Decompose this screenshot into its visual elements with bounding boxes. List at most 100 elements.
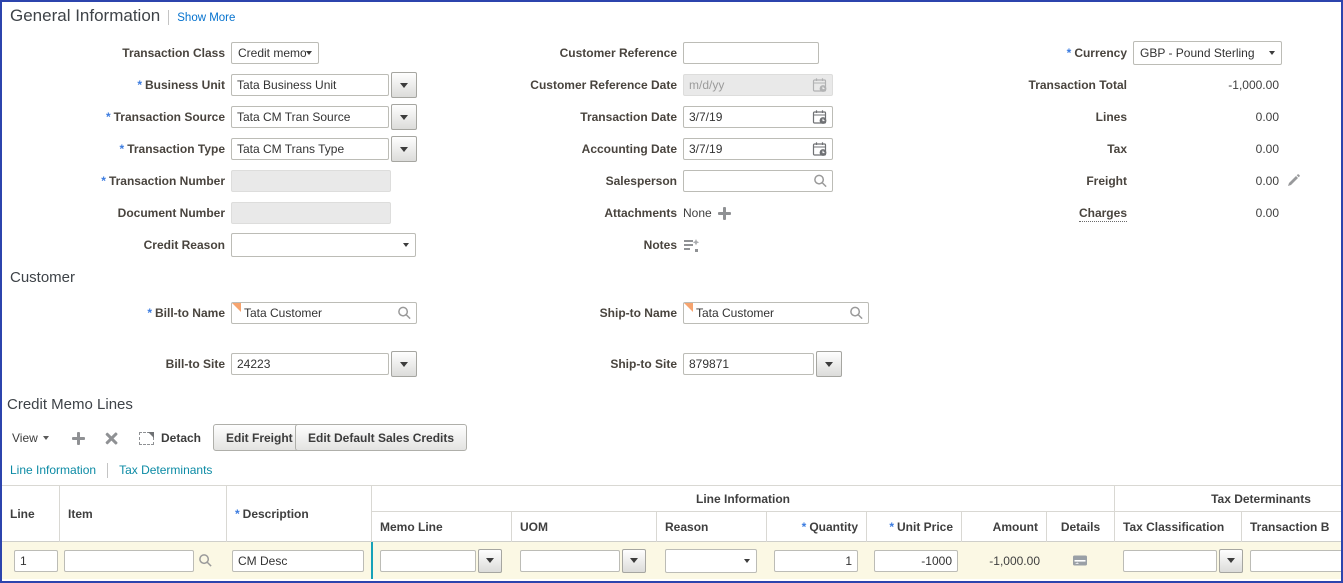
transaction-number-row: *Transaction Number — [2, 168, 391, 194]
credit-reason-label: Credit Reason — [144, 238, 225, 252]
currency-select[interactable]: GBP - Pound Sterling — [1133, 41, 1282, 65]
row-line-number-input[interactable] — [14, 550, 58, 572]
credit-memo-lines-table: Line Item *Description Line Information … — [2, 485, 1343, 579]
transaction-source-combo — [231, 104, 417, 130]
detach-button[interactable]: Detach — [139, 424, 201, 452]
dropdown-arrow-icon — [825, 362, 833, 367]
salesperson-input[interactable] — [683, 170, 833, 192]
show-more-link[interactable]: Show More — [177, 12, 235, 24]
credit-memo-lines-toolbar: View Detach Edit Freight Edit Default Sa… — [2, 424, 1341, 452]
close-icon — [105, 432, 118, 445]
currency-value: GBP - Pound Sterling — [1140, 46, 1255, 60]
row-item-input[interactable] — [64, 550, 194, 572]
view-menu-button[interactable]: View — [12, 424, 49, 452]
transaction-source-input[interactable] — [231, 106, 389, 128]
search-icon[interactable] — [397, 306, 412, 321]
customer-reference-input[interactable] — [683, 42, 819, 64]
bill-to-site-input[interactable] — [231, 353, 389, 375]
add-attachment-icon[interactable] — [718, 207, 731, 220]
ship-to-name-input[interactable] — [683, 302, 869, 324]
attachments-label: Attachments — [604, 206, 677, 220]
required-marker: * — [889, 520, 894, 534]
business-unit-input[interactable] — [231, 74, 389, 96]
salesperson-field — [683, 170, 833, 192]
frozen-column-divider — [371, 542, 373, 579]
calendar-icon — [812, 78, 828, 93]
transaction-type-row: *Transaction Type — [2, 136, 417, 162]
tax-total-row: Tax 0.00 — [907, 136, 1279, 162]
search-icon[interactable] — [849, 306, 864, 321]
dropdown-arrow-icon — [1269, 51, 1275, 55]
bill-to-site-dropdown-button[interactable] — [391, 351, 417, 377]
credit-reason-select[interactable] — [231, 233, 416, 257]
bill-to-name-row: *Bill-to Name — [2, 300, 417, 326]
credit-memo-page: General Information Show More Transactio… — [0, 0, 1343, 583]
row-details-icon[interactable] — [1072, 554, 1088, 567]
tab-line-information[interactable]: Line Information — [10, 463, 96, 477]
table-header: Line Item *Description Line Information … — [2, 485, 1343, 542]
bill-to-name-input[interactable] — [231, 302, 417, 324]
calendar-icon[interactable] — [812, 142, 828, 157]
transaction-type-dropdown-button[interactable] — [391, 136, 417, 162]
charges-link[interactable]: Charges — [1079, 206, 1127, 222]
transaction-date-label: Transaction Date — [580, 110, 677, 124]
calendar-icon[interactable] — [812, 110, 828, 125]
transaction-total-value: -1,000.00 — [1133, 78, 1279, 92]
edit-default-sales-credits-button[interactable]: Edit Default Sales Credits — [295, 424, 467, 451]
credit-reason-row: Credit Reason — [2, 232, 416, 258]
currency-row: *Currency GBP - Pound Sterling — [907, 40, 1282, 66]
transaction-class-select[interactable]: Credit memo — [231, 42, 319, 64]
ship-to-name-row: Ship-to Name — [457, 300, 869, 326]
accounting-date-input[interactable] — [683, 138, 833, 160]
search-icon[interactable] — [813, 174, 828, 189]
row-tax-classification-dropdown-button[interactable] — [1219, 549, 1243, 573]
required-marker: * — [147, 306, 152, 320]
currency-label: Currency — [1074, 46, 1127, 60]
transaction-source-dropdown-button[interactable] — [391, 104, 417, 130]
ship-to-name-label: Ship-to Name — [600, 306, 677, 320]
row-description-input[interactable] — [232, 550, 364, 572]
row-memo-line-input[interactable] — [380, 550, 476, 572]
tab-separator — [107, 463, 108, 478]
row-uom-dropdown-button[interactable] — [622, 549, 646, 573]
column-header-quantity: *Quantity — [767, 512, 867, 542]
transaction-class-row: Transaction Class Credit memo — [2, 40, 319, 66]
document-number-row: Document Number — [2, 200, 391, 226]
customer-reference-date-field — [683, 74, 833, 96]
row-uom-input[interactable] — [520, 550, 620, 572]
transaction-type-input[interactable] — [231, 138, 389, 160]
row-memo-line-dropdown-button[interactable] — [478, 549, 502, 573]
transaction-total-row: Transaction Total -1,000.00 — [907, 72, 1279, 98]
row-tax-classification-input[interactable] — [1123, 550, 1217, 572]
column-header-uom: UOM — [512, 512, 657, 542]
transaction-date-field — [683, 106, 833, 128]
transaction-date-input[interactable] — [683, 106, 833, 128]
notes-row: Notes — [457, 232, 700, 258]
row-quantity-input[interactable] — [774, 550, 858, 572]
business-unit-dropdown-button[interactable] — [391, 72, 417, 98]
customer-reference-row: Customer Reference — [457, 40, 819, 66]
row-item-field — [64, 550, 213, 572]
row-transaction-b-input[interactable] — [1250, 550, 1343, 572]
tab-tax-determinants[interactable]: Tax Determinants — [119, 463, 212, 477]
customer-reference-date-input — [683, 74, 833, 96]
required-marker: * — [120, 142, 125, 156]
column-header-memo-line: Memo Line — [372, 512, 512, 542]
add-row-button[interactable] — [72, 424, 85, 452]
bill-to-name-label: Bill-to Name — [155, 306, 225, 320]
delete-row-button[interactable] — [105, 424, 118, 452]
dropdown-arrow-icon — [744, 559, 750, 563]
ship-to-name-field — [683, 302, 869, 324]
dropdown-arrow-icon — [1227, 558, 1235, 563]
ship-to-site-input[interactable] — [683, 353, 814, 375]
search-icon[interactable] — [198, 553, 213, 568]
row-reason-select[interactable] — [665, 549, 757, 573]
create-note-icon[interactable] — [683, 238, 700, 253]
edit-freight-button[interactable]: Edit Freight — [213, 424, 306, 451]
detach-label: Detach — [161, 431, 201, 445]
row-unit-price-input[interactable] — [874, 550, 958, 572]
transaction-source-row: *Transaction Source — [2, 104, 417, 130]
ship-to-site-dropdown-button[interactable] — [816, 351, 842, 377]
view-menu-label: View — [12, 431, 38, 445]
edit-freight-pencil-icon[interactable] — [1285, 173, 1301, 189]
